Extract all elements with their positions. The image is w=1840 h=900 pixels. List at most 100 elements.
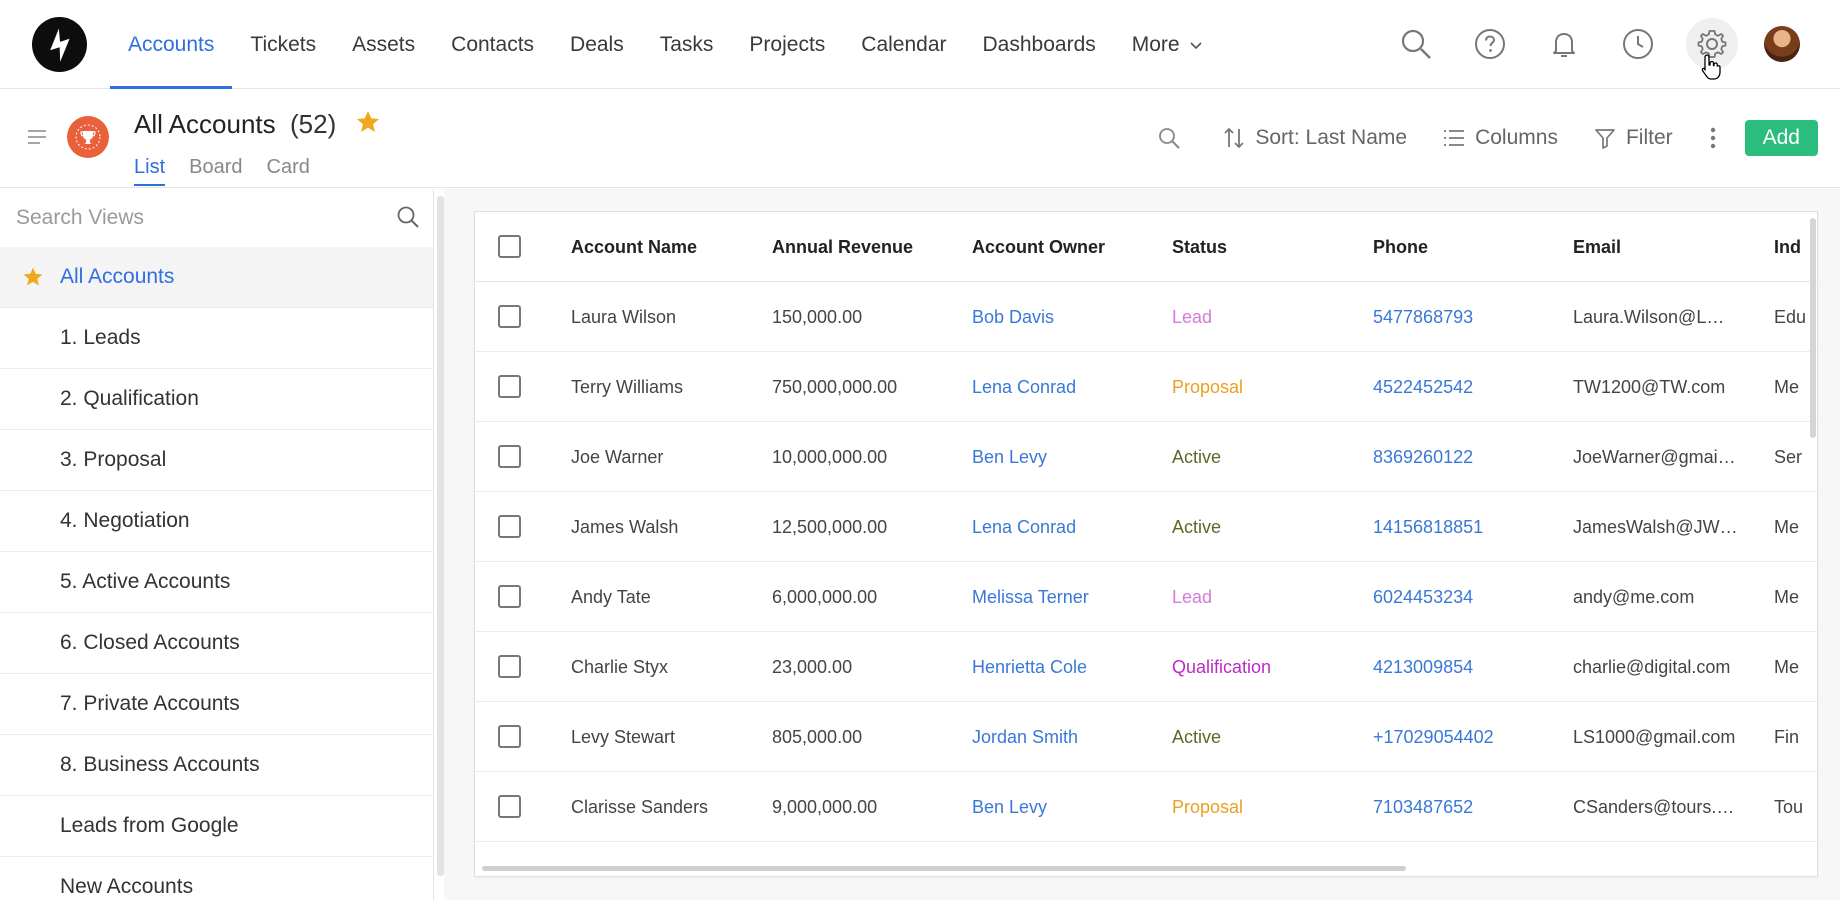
account-name-cell[interactable]: Levy Stewart bbox=[571, 702, 761, 772]
row-checkbox[interactable] bbox=[498, 445, 521, 468]
search-views-input[interactable] bbox=[16, 203, 386, 233]
list-search-button[interactable] bbox=[1157, 126, 1181, 150]
notifications-button[interactable] bbox=[1538, 18, 1590, 70]
phone-link[interactable]: 14156818851 bbox=[1373, 492, 1563, 562]
account-name-cell[interactable]: Laura Wilson bbox=[571, 282, 761, 352]
table-row[interactable]: Charlie Styx 23,000.00 Henrietta Cole Qu… bbox=[475, 632, 1817, 702]
nav-deals[interactable]: Deals bbox=[552, 0, 642, 89]
account-owner-link[interactable]: Lena Conrad bbox=[972, 492, 1162, 562]
sidebar-item-leads[interactable]: 1. Leads bbox=[0, 308, 433, 369]
add-account-button[interactable]: Add bbox=[1744, 120, 1818, 156]
sidebar-item-private-accounts[interactable]: 7. Private Accounts bbox=[0, 674, 433, 735]
column-header-phone[interactable]: Phone bbox=[1373, 212, 1563, 282]
phone-link[interactable]: 6024453234 bbox=[1373, 562, 1563, 632]
account-owner-link[interactable]: Jordan Smith bbox=[972, 702, 1162, 772]
filter-icon bbox=[1595, 129, 1615, 149]
nav-assets[interactable]: Assets bbox=[334, 0, 433, 89]
nav-projects[interactable]: Projects bbox=[731, 0, 843, 89]
table-row[interactable]: Clarisse Sanders 9,000,000.00 Ben Levy P… bbox=[475, 772, 1817, 842]
sidebar-toggle-button[interactable] bbox=[27, 129, 47, 150]
account-name-cell[interactable]: Clarisse Sanders bbox=[571, 772, 761, 842]
views-search bbox=[0, 189, 433, 247]
account-name-cell[interactable]: James Walsh bbox=[571, 492, 761, 562]
sidebar-scrollbar[interactable] bbox=[437, 196, 444, 876]
table-row[interactable]: Terry Williams 750,000,000.00 Lena Conra… bbox=[475, 352, 1817, 422]
table-row[interactable]: Laura Wilson 150,000.00 Bob Davis Lead 5… bbox=[475, 282, 1817, 352]
nav-contacts[interactable]: Contacts bbox=[433, 0, 552, 89]
account-owner-link[interactable]: Melissa Terner bbox=[972, 562, 1162, 632]
account-owner-link[interactable]: Ben Levy bbox=[972, 772, 1162, 842]
nav-accounts[interactable]: Accounts bbox=[110, 0, 233, 89]
app-logo[interactable] bbox=[32, 17, 87, 72]
tab-card[interactable]: Card bbox=[267, 156, 310, 186]
row-checkbox[interactable] bbox=[498, 725, 521, 748]
sidebar-item-all-accounts[interactable]: All Accounts bbox=[0, 247, 433, 308]
row-checkbox[interactable] bbox=[498, 585, 521, 608]
search-icon[interactable] bbox=[396, 205, 420, 234]
phone-link[interactable]: 4522452542 bbox=[1373, 352, 1563, 422]
nav-dashboards[interactable]: Dashboards bbox=[965, 0, 1114, 89]
sidebar-item-closed-accounts[interactable]: 6. Closed Accounts bbox=[0, 613, 433, 674]
sidebar-item-label: 3. Proposal bbox=[60, 448, 167, 471]
vertical-scrollbar[interactable] bbox=[1810, 218, 1816, 438]
account-name-cell[interactable]: Andy Tate bbox=[571, 562, 761, 632]
account-name-cell[interactable]: Charlie Styx bbox=[571, 632, 761, 702]
account-name-cell[interactable]: Terry Williams bbox=[571, 352, 761, 422]
tab-list[interactable]: List bbox=[134, 156, 166, 186]
column-header-annual-revenue[interactable]: Annual Revenue bbox=[772, 212, 962, 282]
view-mode-tabs: List Board Card bbox=[134, 156, 334, 186]
row-checkbox[interactable] bbox=[498, 515, 521, 538]
sidebar-item-new-accounts[interactable]: New Accounts bbox=[0, 857, 433, 900]
sidebar-item-business-accounts[interactable]: 8. Business Accounts bbox=[0, 735, 433, 796]
filter-button[interactable]: Filter bbox=[1594, 126, 1673, 150]
account-owner-link[interactable]: Henrietta Cole bbox=[972, 632, 1162, 702]
sidebar-item-negotiation[interactable]: 4. Negotiation bbox=[0, 491, 433, 552]
sidebar-item-qualification[interactable]: 2. Qualification bbox=[0, 369, 433, 430]
sidebar-item-leads-from-google[interactable]: Leads from Google bbox=[0, 796, 433, 857]
bolt-logo-icon bbox=[49, 28, 70, 62]
nav-calendar[interactable]: Calendar bbox=[843, 0, 964, 89]
phone-link[interactable]: 5477868793 bbox=[1373, 282, 1563, 352]
phone-link[interactable]: 7103487652 bbox=[1373, 772, 1563, 842]
table-row[interactable]: Levy Stewart 805,000.00 Jordan Smith Act… bbox=[475, 702, 1817, 772]
column-header-account-owner[interactable]: Account Owner bbox=[972, 212, 1162, 282]
select-all-checkbox[interactable] bbox=[498, 235, 521, 258]
row-checkbox[interactable] bbox=[498, 375, 521, 398]
phone-link[interactable]: +17029054402 bbox=[1373, 702, 1563, 772]
user-avatar[interactable] bbox=[1764, 26, 1800, 62]
row-checkbox[interactable] bbox=[498, 655, 521, 678]
column-header-account-name[interactable]: Account Name bbox=[571, 212, 761, 282]
account-owner-link[interactable]: Ben Levy bbox=[972, 422, 1162, 492]
account-name-cell[interactable]: Joe Warner bbox=[571, 422, 761, 492]
account-owner-link[interactable]: Lena Conrad bbox=[972, 352, 1162, 422]
favorite-view-button[interactable] bbox=[355, 109, 381, 140]
nav-tasks[interactable]: Tasks bbox=[642, 0, 732, 89]
nav-more[interactable]: More bbox=[1114, 0, 1222, 89]
more-options-button[interactable] bbox=[1709, 127, 1717, 149]
columns-button[interactable]: Columns bbox=[1443, 126, 1558, 150]
sidebar-item-proposal[interactable]: 3. Proposal bbox=[0, 430, 433, 491]
global-search-button[interactable] bbox=[1390, 18, 1442, 70]
table-row[interactable]: Joe Warner 10,000,000.00 Ben Levy Active… bbox=[475, 422, 1817, 492]
sidebar-item-label: 4. Negotiation bbox=[60, 509, 190, 532]
sort-button[interactable]: Sort: Last Name bbox=[1223, 126, 1407, 150]
nav-assets-label: Assets bbox=[352, 32, 416, 56]
phone-link[interactable]: 4213009854 bbox=[1373, 632, 1563, 702]
table-row[interactable]: James Walsh 12,500,000.00 Lena Conrad Ac… bbox=[475, 492, 1817, 562]
nav-tickets[interactable]: Tickets bbox=[232, 0, 334, 89]
row-checkbox[interactable] bbox=[498, 795, 521, 818]
phone-link[interactable]: 8369260122 bbox=[1373, 422, 1563, 492]
account-owner-link[interactable]: Bob Davis bbox=[972, 282, 1162, 352]
sidebar-item-active-accounts[interactable]: 5. Active Accounts bbox=[0, 552, 433, 613]
column-header-industry[interactable]: Ind bbox=[1774, 212, 1808, 282]
column-header-status[interactable]: Status bbox=[1172, 212, 1362, 282]
horizontal-scrollbar[interactable] bbox=[482, 866, 1406, 871]
industry-cell: Ser bbox=[1774, 446, 1803, 467]
recent-button[interactable] bbox=[1612, 18, 1664, 70]
tab-board[interactable]: Board bbox=[189, 156, 242, 186]
column-header-email[interactable]: Email bbox=[1573, 212, 1739, 282]
help-button[interactable] bbox=[1464, 18, 1516, 70]
nav-accounts-label: Accounts bbox=[128, 32, 215, 56]
table-row[interactable]: Andy Tate 6,000,000.00 Melissa Terner Le… bbox=[475, 562, 1817, 632]
row-checkbox[interactable] bbox=[498, 305, 521, 328]
